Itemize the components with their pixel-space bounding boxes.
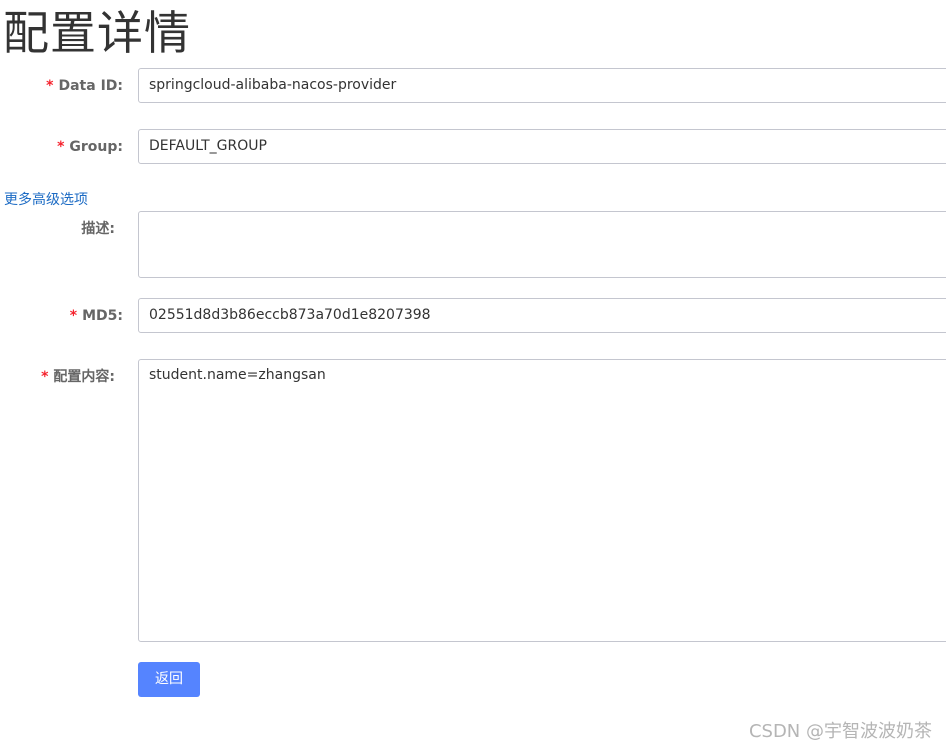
required-mark: * xyxy=(46,78,54,94)
required-mark: * xyxy=(57,139,65,155)
md5-label: * MD5: xyxy=(70,306,123,326)
page-title: 配置详情 xyxy=(3,6,191,60)
data-id-field[interactable]: springcloud-alibaba-nacos-provider xyxy=(138,68,946,103)
content-label-text: 配置内容: xyxy=(53,369,115,385)
data-id-label: * Data ID: xyxy=(46,76,123,96)
config-detail-page: 配置详情 * Data ID: springcloud-alibaba-nacos… xyxy=(0,0,946,751)
group-label: * Group: xyxy=(57,137,123,157)
description-textarea[interactable] xyxy=(138,211,946,278)
md5-label-text: MD5: xyxy=(82,308,123,324)
more-advanced-options-link[interactable]: 更多高级选项 xyxy=(4,190,88,210)
md5-field[interactable]: 02551d8d3b86eccb873a70d1e8207398 xyxy=(138,298,946,333)
back-button[interactable]: 返回 xyxy=(138,662,200,697)
config-content-editor[interactable]: student.name=zhangsan xyxy=(138,359,946,642)
data-id-label-text: Data ID: xyxy=(58,78,123,94)
required-mark: * xyxy=(69,308,78,324)
description-label: 描述: xyxy=(81,221,115,237)
group-field[interactable]: DEFAULT_GROUP xyxy=(138,129,946,164)
required-mark: * xyxy=(41,369,49,385)
watermark: CSDN @宇智波波奶茶 xyxy=(748,721,932,742)
group-label-text: Group: xyxy=(69,139,123,155)
content-label: * 配置内容: xyxy=(41,367,115,387)
